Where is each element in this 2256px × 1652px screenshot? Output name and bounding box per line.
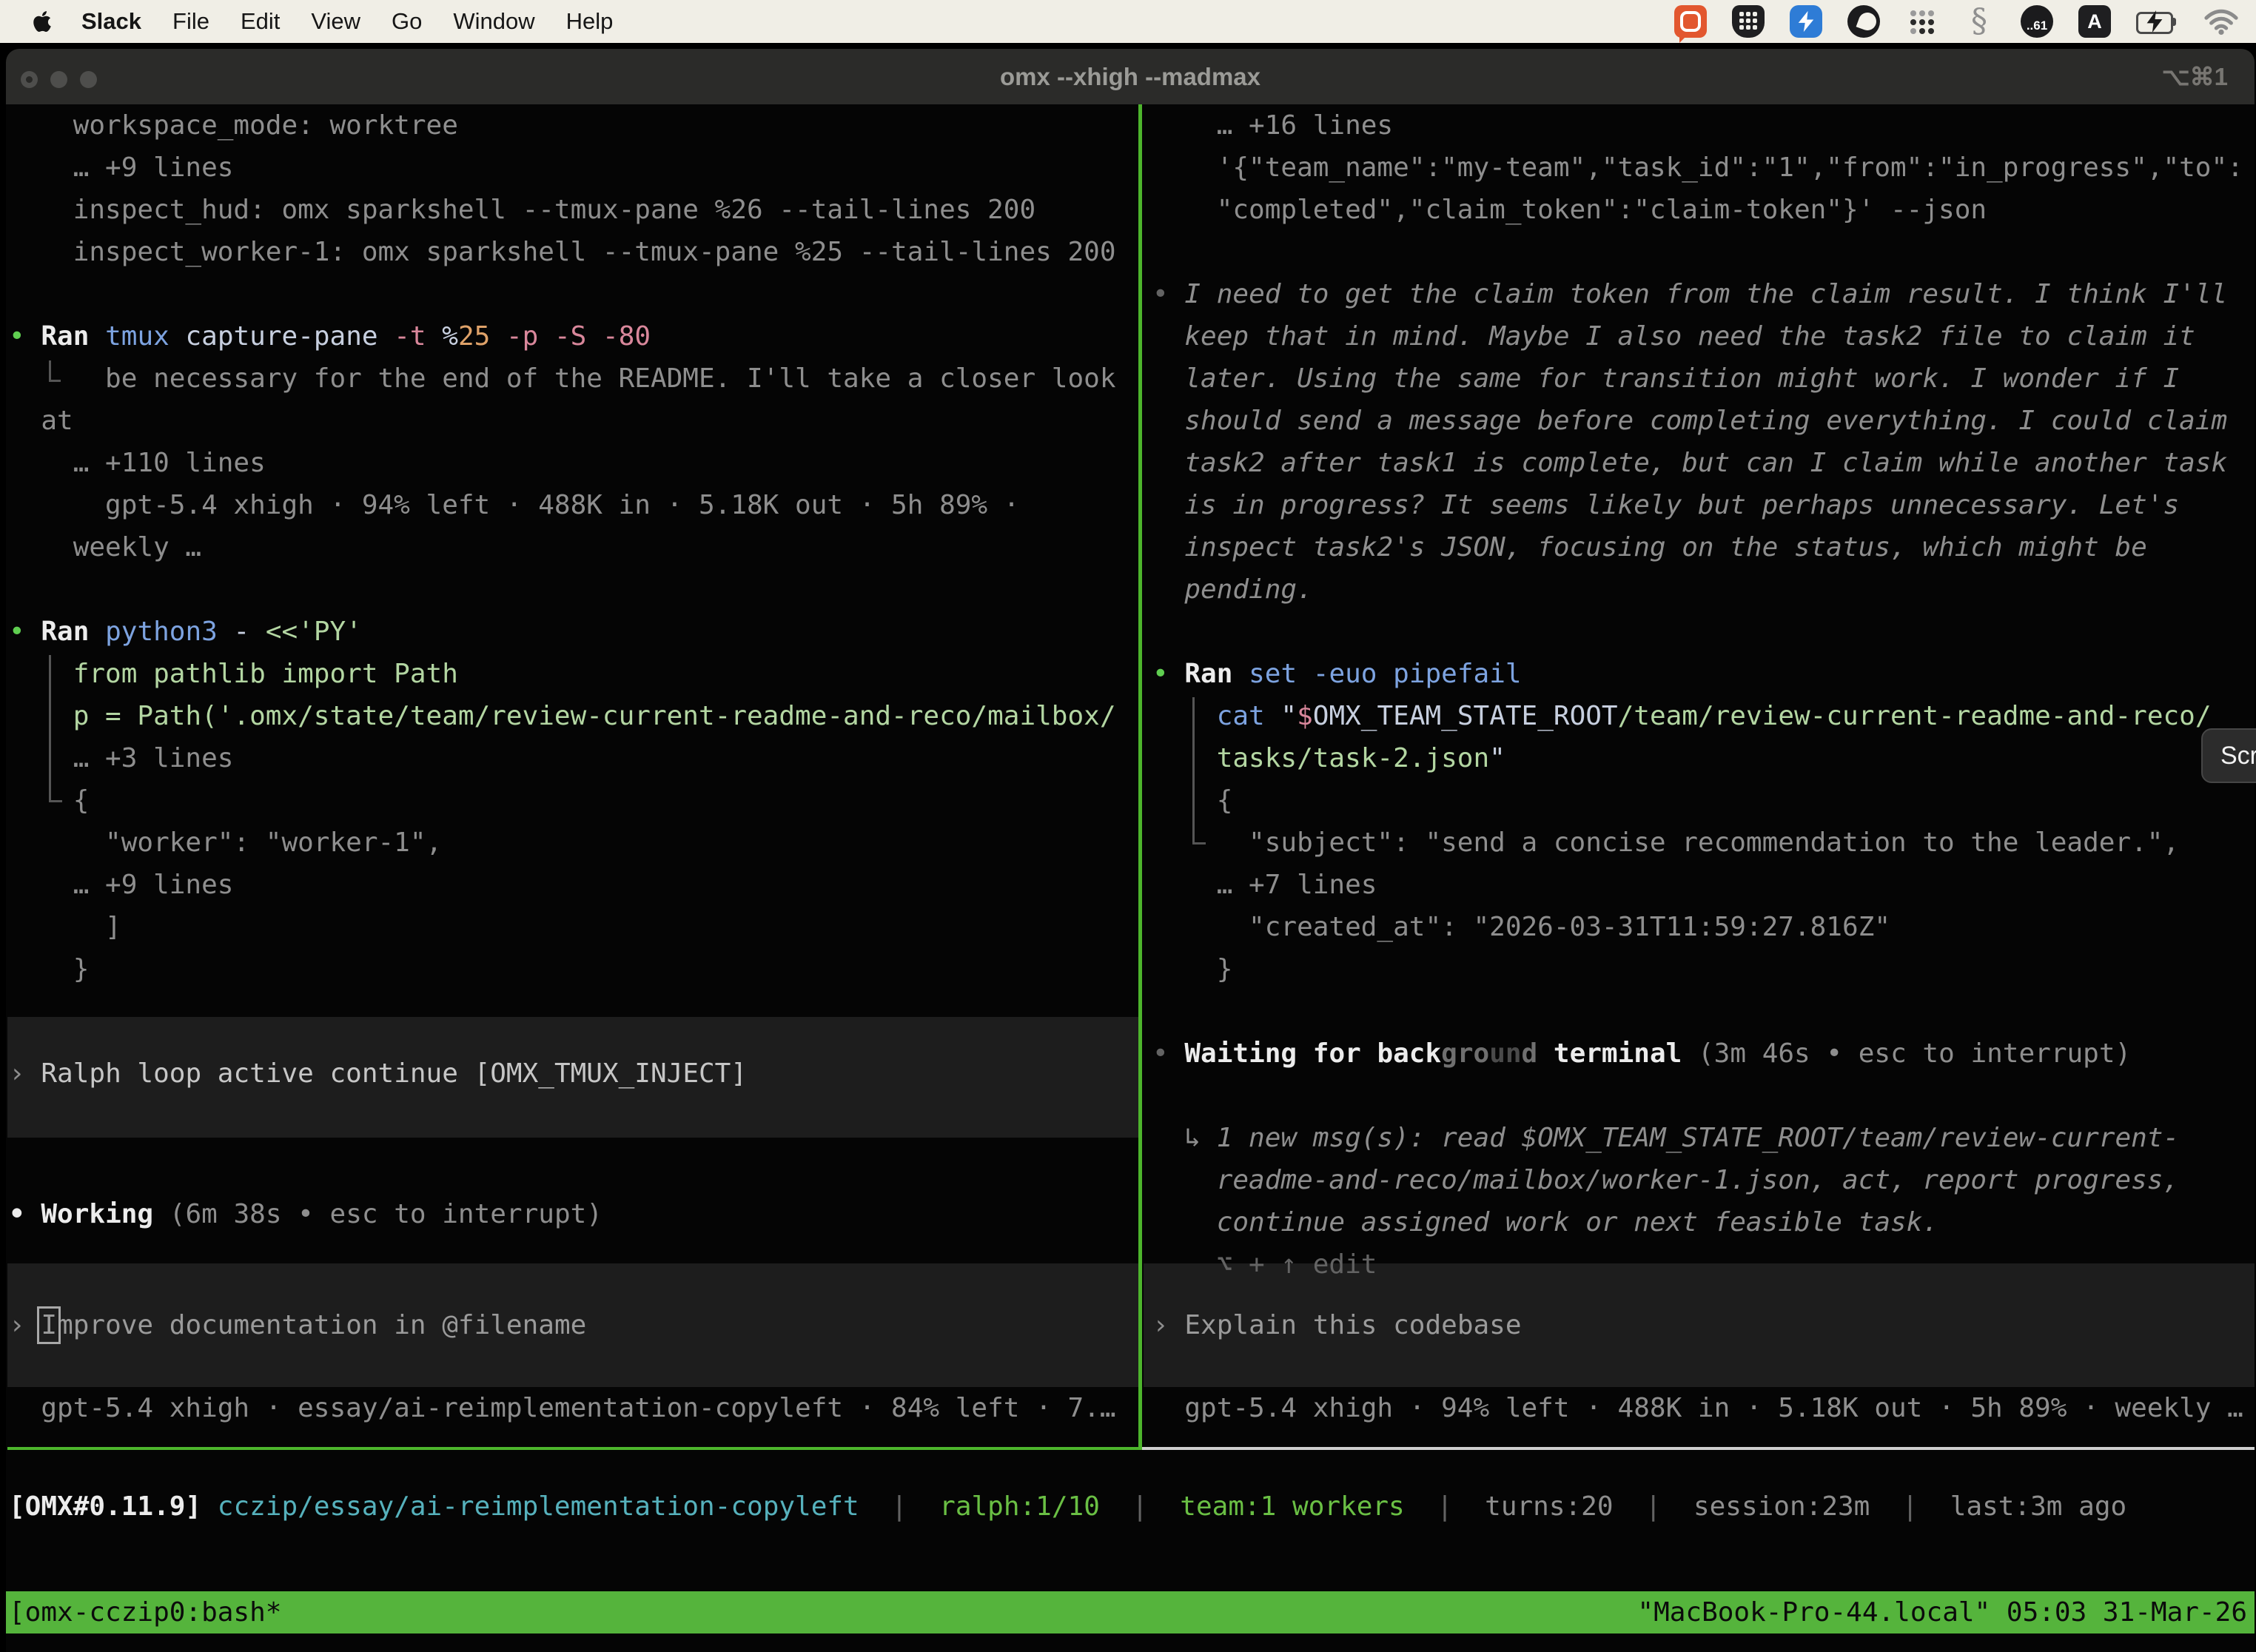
menu-item-file[interactable]: File	[172, 8, 209, 35]
wifi-icon[interactable]	[2204, 5, 2237, 38]
terminal-line: {	[9, 779, 89, 822]
terminal-line: • Waiting for background terminal (3m 46…	[1152, 1032, 2131, 1075]
terminal-line: weekly …	[9, 526, 201, 568]
menu-item-view[interactable]: View	[311, 8, 360, 35]
terminal-line: cat "$OMX_TEAM_STATE_ROOT/team/review-cu…	[1152, 695, 2212, 737]
menu-item-help[interactable]: Help	[566, 8, 614, 35]
terminal-line: • Ran tmux capture-pane -t %25 -p -S -80	[9, 315, 651, 357]
menu-item-slack[interactable]: Slack	[81, 8, 141, 35]
pane-divider[interactable]	[1138, 104, 1142, 1449]
keyboard-grid-icon[interactable]	[1732, 5, 1765, 38]
terminal-line: gpt-5.4 xhigh · 94% left · 488K in · 5.1…	[1152, 1387, 2243, 1429]
battery-charging-icon[interactable]	[2136, 10, 2179, 33]
terminal-line: tasks/task-2.json"	[1152, 737, 1505, 779]
terminal-line: keep that in mind. Maybe I also need the…	[1152, 315, 2195, 357]
terminal-line: be necessary for the end of the README. …	[9, 357, 1116, 400]
terminal-line: › Improve documentation in @filename	[9, 1304, 586, 1346]
terminal-line: continue assigned work or next feasible …	[1152, 1201, 1938, 1243]
menu-item-edit[interactable]: Edit	[241, 8, 280, 35]
terminal-line: • Ran set -euo pipefail	[1152, 653, 1522, 695]
menu-status-icons: § ..61 A	[1674, 5, 2256, 38]
screen-tooltip: Scre	[2201, 728, 2256, 783]
terminal-line: "worker": "worker-1",	[9, 822, 442, 864]
inactive-pane-border	[1142, 1447, 2255, 1450]
terminal-line: should send a message before completing …	[1152, 400, 2227, 442]
badge-61-icon[interactable]: ..61	[2021, 5, 2053, 38]
terminal-line: › Ralph loop active continue [OMX_TMUX_I…	[9, 1052, 747, 1095]
terminal-line: • Ran python3 - <<'PY'	[9, 611, 362, 653]
terminal-line: … +3 lines	[9, 737, 233, 779]
active-pane-border	[7, 1447, 1142, 1450]
terminal-content: workspace_mode: worktree … +9 lines insp…	[6, 104, 2255, 1652]
moon-crescent-icon[interactable]	[1847, 5, 1880, 38]
terminal-line: readme-and-reco/mailbox/worker-1.json, a…	[1152, 1159, 2179, 1201]
terminal-line: gpt-5.4 xhigh · essay/ai-reimplementatio…	[9, 1387, 1116, 1429]
chat-app-icon[interactable]	[1674, 5, 1707, 38]
apple-menu-icon[interactable]	[33, 10, 52, 33]
terminal-line: "subject": "send a concise recommendatio…	[1152, 822, 2179, 864]
terminal-line: task2 after task1 is complete, but can I…	[1152, 442, 2227, 484]
menu-item-list: Slack File Edit View Go Window Help	[81, 8, 613, 35]
terminal-line: • Working (6m 38s • esc to interrupt)	[9, 1193, 602, 1235]
chat-bubble-shape	[1680, 11, 1701, 32]
terminal-line: inspect_worker-1: omx sparkshell --tmux-…	[9, 231, 1116, 273]
terminal-line: }	[1152, 948, 1232, 990]
battery-nub	[2172, 18, 2176, 26]
terminal-line: [OMX#0.11.9] cczip/essay/ai-reimplementa…	[9, 1485, 2126, 1528]
window-title: omx --xhigh --madmax	[6, 49, 2255, 104]
terminal-line: at	[9, 400, 73, 442]
terminal-line: … +9 lines	[9, 864, 233, 906]
letter-a-icon[interactable]: A	[2078, 5, 2111, 38]
terminal-line: workspace_mode: worktree	[9, 104, 458, 147]
terminal-line: p = Path('.omx/state/team/review-current…	[9, 695, 1116, 737]
terminal-line: is in progress? It seems likely but perh…	[1152, 484, 2179, 526]
terminal-line: ]	[9, 906, 121, 948]
terminal-line: … +110 lines	[9, 442, 266, 484]
terminal-line: … +16 lines	[1152, 104, 1393, 147]
terminal-window: omx --xhigh --madmax ⌥⌘1 workspace_mode:…	[6, 49, 2255, 1652]
terminal-line: inspect task2's JSON, focusing on the st…	[1152, 526, 2147, 568]
squiggle-icon[interactable]: §	[1963, 5, 1995, 38]
tmux-host-clock: "MacBook-Pro-44.local" 05:03 31-Mar-26	[1637, 1591, 2247, 1633]
window-title-bar[interactable]: omx --xhigh --madmax ⌥⌘1	[6, 49, 2255, 104]
terminal-line: • I need to get the claim token from the…	[1152, 273, 2227, 315]
terminal-line: ⌥ + ↑ edit	[1152, 1243, 1377, 1286]
terminal-line: inspect_hud: omx sparkshell --tmux-pane …	[9, 189, 1035, 231]
menu-item-window[interactable]: Window	[453, 8, 534, 35]
terminal-line: › Explain this codebase	[1152, 1304, 1522, 1346]
terminal-line: '{"team_name":"my-team","task_id":"1","f…	[1152, 147, 2243, 189]
terminal-line: … +9 lines	[9, 147, 233, 189]
terminal-line: gpt-5.4 xhigh · 94% left · 488K in · 5.1…	[9, 484, 1019, 526]
menu-item-go[interactable]: Go	[392, 8, 422, 35]
menu-bar: Slack File Edit View Go Window Help § ..61 A	[0, 0, 2256, 43]
terminal-line: later. Using the same for transition mig…	[1152, 357, 2179, 400]
window-shortcut-hint: ⌥⌘1	[2162, 49, 2228, 104]
terminal-line: }	[9, 948, 89, 990]
tmux-session-label: [omx-cczip0:bash*	[9, 1591, 281, 1633]
terminal-line: from pathlib import Path	[9, 653, 458, 695]
terminal-line: pending.	[1152, 568, 1313, 611]
dots-grid-icon[interactable]	[1905, 5, 1938, 38]
tmux-status-bar: [omx-cczip0:bash* "MacBook-Pro-44.local"…	[6, 1591, 2255, 1633]
terminal-line: "completed","claim_token":"claim-token"}…	[1152, 189, 1987, 231]
terminal-line: … +7 lines	[1152, 864, 1377, 906]
blue-bolt-icon[interactable]	[1790, 5, 1822, 38]
terminal-line: {	[1152, 779, 1232, 822]
terminal-line: "created_at": "2026-03-31T11:59:27.816Z"	[1152, 906, 1890, 948]
terminal-line: ↳ 1 new msg(s): read $OMX_TEAM_STATE_ROO…	[1152, 1117, 2179, 1159]
